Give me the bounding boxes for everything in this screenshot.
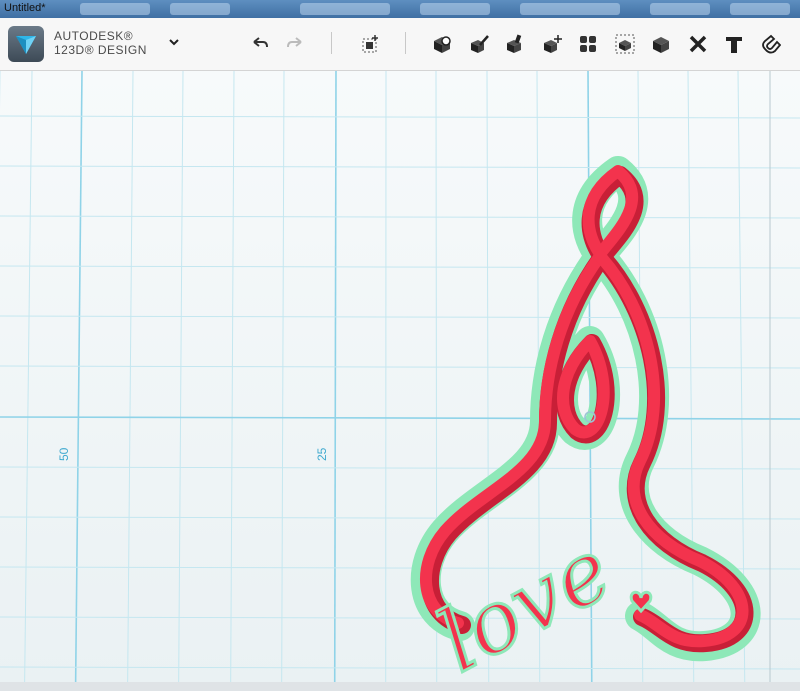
primitives-icon[interactable]: [357, 31, 383, 57]
workplane-canvas[interactable]: 50 25 love: [0, 71, 800, 691]
pattern-icon[interactable]: [539, 31, 565, 57]
window-titlebar: Untitled*: [0, 0, 800, 18]
undo-icon[interactable]: [247, 31, 273, 57]
combine-icon[interactable]: [612, 31, 638, 57]
grid-label-50: 50: [57, 447, 71, 461]
toolbar-separator: [331, 32, 332, 54]
titlebar-decoration: [80, 3, 150, 15]
titlebar-decoration: [170, 3, 230, 15]
titlebar-decoration: [520, 3, 620, 15]
app-logo-icon[interactable]: [8, 26, 44, 62]
window-title: Untitled*: [4, 2, 46, 14]
titlebar-decoration: [300, 3, 390, 15]
workplane-background: [0, 71, 800, 691]
toolbar-separator: [405, 32, 406, 54]
text-icon[interactable]: [721, 31, 747, 57]
grouping-icon[interactable]: [575, 31, 601, 57]
grid-label-25: 25: [315, 447, 329, 461]
brand-company: AUTODESK®: [54, 29, 134, 43]
brand-product: 123D® DESIGN: [54, 43, 147, 57]
delete-icon[interactable]: [685, 31, 711, 57]
bottom-strip: [0, 682, 800, 691]
titlebar-decoration: [420, 3, 490, 15]
snap-icon[interactable]: [757, 31, 783, 57]
modify-icon[interactable]: [502, 31, 528, 57]
chevron-down-icon[interactable]: [168, 36, 180, 50]
redo-icon[interactable]: [282, 31, 308, 57]
titlebar-decoration: [730, 3, 790, 15]
main-toolbar: AUTODESK® 123D® DESIGN: [0, 18, 800, 71]
construct-icon[interactable]: [466, 31, 492, 57]
sketch-icon[interactable]: [429, 31, 455, 57]
measure-icon[interactable]: [648, 31, 674, 57]
titlebar-decoration: [650, 3, 710, 15]
